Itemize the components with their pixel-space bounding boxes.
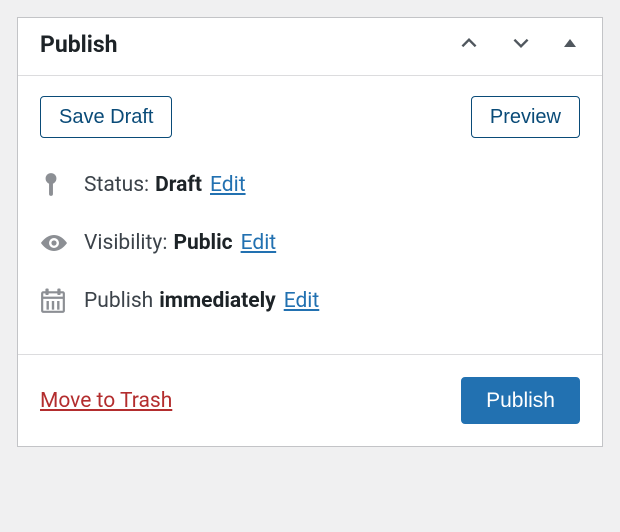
triangle-up-icon xyxy=(562,35,578,54)
save-draft-button[interactable]: Save Draft xyxy=(40,96,172,138)
edit-status-link[interactable]: Edit xyxy=(210,173,246,197)
metabox-header: Publish xyxy=(18,18,602,76)
status-value: Draft xyxy=(155,173,202,197)
schedule-row: Publish immediately Edit xyxy=(40,272,580,330)
edit-schedule-link[interactable]: Edit xyxy=(284,289,320,313)
eye-icon xyxy=(40,230,70,256)
move-down-button[interactable] xyxy=(506,28,536,61)
edit-visibility-link[interactable]: Edit xyxy=(241,231,277,255)
schedule-label: Publish xyxy=(84,289,153,313)
preview-button[interactable]: Preview xyxy=(471,96,580,138)
status-row: Status: Draft Edit xyxy=(40,156,580,214)
header-order-buttons xyxy=(454,28,582,61)
move-to-trash-link[interactable]: Move to Trash xyxy=(40,389,172,413)
misc-publishing-actions: Status: Draft Edit Visibility: Public Ed… xyxy=(18,150,602,354)
visibility-row: Visibility: Public Edit xyxy=(40,214,580,272)
major-publishing-actions: Move to Trash Publish xyxy=(18,354,602,446)
move-up-button[interactable] xyxy=(454,28,484,61)
visibility-value: Public xyxy=(173,231,232,255)
toggle-panel-button[interactable] xyxy=(558,31,582,58)
calendar-icon xyxy=(40,288,70,314)
status-label: Status: xyxy=(84,173,149,197)
minor-publishing-actions: Save Draft Preview xyxy=(18,76,602,150)
chevron-up-icon xyxy=(458,32,480,57)
schedule-value: immediately xyxy=(159,289,275,313)
visibility-label: Visibility: xyxy=(84,231,167,255)
panel-title: Publish xyxy=(40,31,118,58)
pin-icon xyxy=(40,172,70,198)
chevron-down-icon xyxy=(510,32,532,57)
publish-metabox: Publish Save Draft Preview xyxy=(17,17,603,447)
publish-button[interactable]: Publish xyxy=(461,377,580,424)
